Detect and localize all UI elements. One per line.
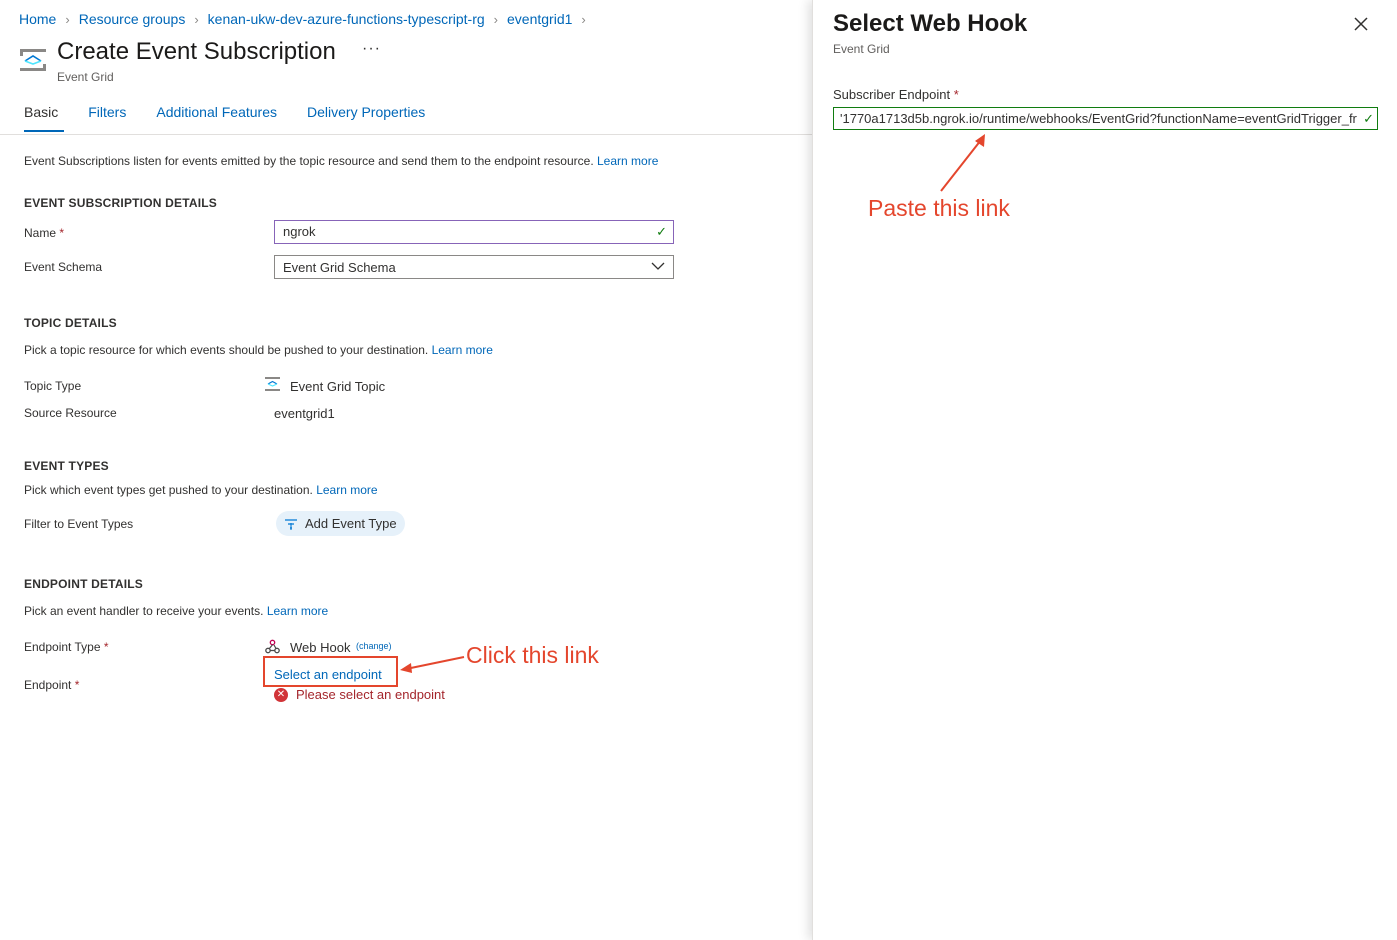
chevron-right-icon: › (493, 11, 499, 27)
topic-learn-more-link[interactable]: Learn more (432, 343, 493, 357)
intro-learn-more-link[interactable]: Learn more (597, 154, 658, 168)
required-marker: * (103, 640, 109, 654)
panel-subtitle: Event Grid (833, 42, 890, 56)
required-marker: * (74, 678, 80, 692)
tab-bar: Basic Filters Additional Features Delive… (24, 104, 455, 132)
arrow-to-select-endpoint (400, 656, 465, 673)
section-heading-endpoint: ENDPOINT DETAILS (24, 577, 143, 591)
event-types-description-text: Pick which event types get pushed to you… (24, 483, 313, 497)
add-event-type-button[interactable]: Add Event Type (276, 511, 405, 536)
subscriber-endpoint-label: Subscriber Endpoint * (833, 87, 959, 102)
chevron-right-icon: › (194, 11, 199, 27)
name-label-text: Name (24, 226, 57, 240)
subscriber-endpoint-value: '1770a1713d5b.ngrok.io/runtime/webhooks/… (840, 111, 1357, 126)
section-heading-event-subscription: EVENT SUBSCRIPTION DETAILS (24, 196, 217, 210)
close-icon[interactable] (1353, 16, 1369, 32)
filter-event-types-label: Filter to Event Types (24, 517, 134, 531)
source-resource-label: Source Resource (24, 406, 117, 420)
panel-title: Select Web Hook (833, 10, 1028, 37)
name-label: Name * (24, 226, 64, 240)
tabs-divider (0, 134, 812, 135)
endpoint-type-label: Endpoint Type * (24, 640, 109, 654)
breadcrumb-resource-group[interactable]: kenan-ukw-dev-azure-functions-typescript… (208, 11, 485, 27)
chevron-right-icon: › (581, 11, 586, 27)
breadcrumb-resource-groups[interactable]: Resource groups (79, 11, 186, 27)
checkmark-icon: ✓ (1363, 111, 1374, 126)
name-input[interactable]: ngrok ✓ (274, 220, 674, 244)
page-title: Create Event Subscription (57, 38, 336, 65)
topic-type-label: Topic Type (24, 379, 82, 393)
intro-description: Event Subscriptions listen for events em… (24, 154, 594, 168)
add-event-type-label: Add Event Type (305, 516, 397, 531)
endpoint-label-text: Endpoint (24, 678, 72, 692)
endpoint-learn-more-link[interactable]: Learn more (267, 604, 328, 618)
chevron-down-icon (651, 262, 665, 270)
topic-description-text: Pick a topic resource for which events s… (24, 343, 429, 357)
endpoint-label: Endpoint * (24, 678, 79, 692)
endpoint-description-text: Pick an event handler to receive your ev… (24, 604, 264, 618)
endpoint-error-text: Please select an endpoint (296, 687, 445, 702)
annotation-click-text: Click this link (466, 642, 599, 668)
endpoint-description: Pick an event handler to receive your ev… (24, 604, 328, 618)
section-heading-topic: TOPIC DETAILS (24, 316, 117, 330)
event-schema-value: Event Grid Schema (283, 260, 396, 275)
checkmark-icon: ✓ (656, 224, 667, 239)
tab-delivery-properties[interactable]: Delivery Properties (307, 104, 425, 132)
breadcrumb-eventgrid[interactable]: eventgrid1 (507, 11, 572, 27)
breadcrumb: Home › Resource groups › kenan-ukw-dev-a… (19, 11, 595, 27)
event-schema-select[interactable]: Event Grid Schema (274, 255, 674, 279)
required-marker: * (59, 226, 65, 240)
event-schema-label: Event Schema (24, 260, 103, 274)
event-types-learn-more-link[interactable]: Learn more (316, 483, 377, 497)
required-marker: * (953, 87, 959, 102)
subscriber-endpoint-label-text: Subscriber Endpoint (833, 87, 951, 102)
topic-description: Pick a topic resource for which events s… (24, 343, 493, 357)
select-web-hook-panel: Select Web Hook Event Grid Subscriber En… (812, 0, 1397, 940)
endpoint-type-value: Web Hook (290, 640, 351, 655)
event-grid-topic-icon (265, 377, 280, 391)
webhook-icon (265, 639, 280, 654)
tab-additional-features[interactable]: Additional Features (156, 104, 277, 132)
endpoint-error: ✕ Please select an endpoint (274, 687, 445, 702)
event-subscription-icon (20, 49, 46, 71)
error-icon: ✕ (274, 687, 288, 702)
tab-basic[interactable]: Basic (24, 104, 65, 132)
name-input-value: ngrok (283, 224, 316, 239)
subscriber-endpoint-input[interactable]: '1770a1713d5b.ngrok.io/runtime/webhooks/… (833, 107, 1378, 130)
source-resource-value: eventgrid1 (274, 406, 335, 421)
select-endpoint-link[interactable]: Select an endpoint (274, 667, 382, 682)
endpoint-type-label-text: Endpoint Type (24, 640, 101, 654)
breadcrumb-home[interactable]: Home (19, 11, 56, 27)
more-options-icon[interactable]: ··· (362, 40, 381, 58)
change-endpoint-type-link[interactable]: (change) (356, 641, 392, 651)
chevron-right-icon: › (65, 11, 70, 27)
tab-filters[interactable]: Filters (88, 104, 126, 132)
topic-type-value: Event Grid Topic (290, 379, 386, 394)
section-heading-event-types: EVENT TYPES (24, 459, 109, 473)
intro-text: Event Subscriptions listen for events em… (24, 154, 658, 168)
filter-icon (285, 518, 297, 530)
event-types-description: Pick which event types get pushed to you… (24, 483, 378, 497)
page-subtitle: Event Grid (57, 70, 114, 84)
annotation-paste-text: Paste this link (868, 195, 1010, 221)
